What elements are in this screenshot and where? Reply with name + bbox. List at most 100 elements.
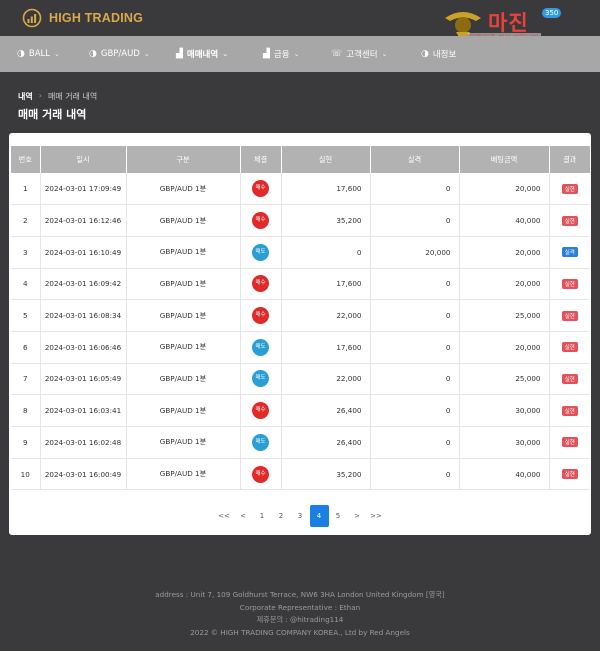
pagination-next[interactable]: > (348, 505, 367, 527)
column-header-result: 결과 (549, 146, 590, 173)
cell-side: 매도 (240, 426, 282, 459)
cell-side: 매수 (240, 299, 282, 332)
cell-datetime: 2024-03-01 16:10:49 (40, 236, 127, 269)
cell-side: 매수 (240, 394, 282, 427)
chevron-down-icon: ⌄ (381, 50, 388, 58)
side-badge: 매도 (252, 338, 269, 356)
pagination-prev[interactable]: < (234, 505, 253, 527)
cell-no: 9 (11, 426, 41, 459)
trade-history-table: 번호 일시 구분 체결 실현 실격 배팅금액 결과 1 2024-03-01 17… (11, 146, 590, 491)
cell-realized: 26,400 (281, 394, 371, 427)
cell-result: 실현 (549, 268, 590, 301)
pagination-page[interactable]: 3 (291, 505, 310, 527)
table-row: 3 2024-03-01 16:10:49 GBP/AUD 1분 매도 0 20,000 2… (11, 236, 590, 269)
cell-type: GBP/AUD 1분 (126, 363, 241, 396)
headset-icon: ☏ (331, 49, 343, 59)
nav-item-my-info[interactable]: ◑ 내정보 (421, 36, 456, 72)
cell-bet: 20,000 (459, 236, 550, 269)
cell-type: GBP/AUD 1분 (126, 426, 241, 459)
cell-bet: 20,000 (459, 331, 550, 364)
cell-bet: 20,000 (459, 173, 550, 206)
nav-item-ball[interactable]: ◑ BALL ⌄ (17, 36, 60, 72)
pagination-page[interactable]: 5 (329, 505, 348, 527)
cell-realized: 22,000 (281, 299, 371, 332)
footer-address: address : Unit 7, 109 Goldhurst Terrace,… (155, 590, 445, 599)
nav-item-finance[interactable]: ▟ 금융 ⌄ (263, 36, 299, 72)
cell-type: GBP/AUD 1분 (126, 204, 241, 237)
table-row: 4 2024-03-01 16:09:42 GBP/AUD 1분 매수 17,600 0 2… (11, 268, 590, 301)
cell-type: GBP/AUD 1분 (126, 458, 241, 491)
side-badge: 매도 (252, 370, 269, 388)
cell-result: 실현 (549, 426, 590, 459)
side-badge: 매수 (252, 275, 269, 293)
cell-type: GBP/AUD 1분 (126, 394, 241, 427)
chart-icon: ▟ (176, 49, 183, 59)
cell-no: 4 (11, 268, 41, 301)
nav-item-trade-history[interactable]: ▟ 매매내역 ⌄ (176, 36, 228, 72)
result-badge: 실현 (561, 405, 578, 416)
table-row: 5 2024-03-01 16:08:34 GBP/AUD 1분 매수 22,000 0 2… (11, 299, 590, 332)
cell-bet: 25,000 (459, 363, 550, 396)
cell-datetime: 2024-03-01 16:09:42 (40, 268, 127, 301)
pagination-page[interactable]: 1 (253, 505, 272, 527)
table-row: 6 2024-03-01 16:06:46 GBP/AUD 1분 매도 17,600 0 2… (11, 331, 590, 364)
bank-icon: ▟ (263, 49, 270, 59)
pagination-last[interactable]: >> (367, 505, 386, 527)
top-bar: HIGH TRADING 마진 350 먹튀검증 최신 커뮤니티 (0, 0, 600, 43)
cell-type: GBP/AUD 1분 (126, 331, 241, 364)
brand-logo[interactable]: HIGH TRADING (22, 8, 143, 28)
column-header-type: 구분 (126, 146, 241, 173)
chevron-down-icon: ⌄ (53, 50, 60, 58)
pagination-page-current[interactable]: 4 (309, 505, 329, 527)
cell-no: 2 (11, 204, 41, 237)
cell-bet: 30,000 (459, 394, 550, 427)
column-header-bet: 배팅금액 (459, 146, 550, 173)
table-row: 10 2024-03-01 16:00:49 GBP/AUD 1분 매수 35,200 0… (11, 458, 590, 491)
nav-item-label: GBP/AUD (100, 49, 140, 59)
breadcrumb-root[interactable]: 내역 (18, 91, 33, 102)
cell-loss: 0 (370, 204, 460, 237)
cell-bet: 20,000 (459, 268, 550, 301)
cell-bet: 40,000 (459, 204, 550, 237)
cell-loss: 0 (370, 331, 460, 364)
result-badge: 실현 (561, 183, 578, 194)
pagination-first[interactable]: << (215, 505, 234, 527)
result-badge: 실현 (561, 278, 578, 289)
cell-loss: 0 (370, 394, 460, 427)
cell-realized: 17,600 (281, 268, 371, 301)
result-badge: 실현 (561, 437, 578, 448)
column-header-loss: 실격 (370, 146, 460, 173)
cell-no: 3 (11, 236, 41, 269)
side-badge: 매수 (252, 307, 269, 325)
nav-item-label: 매매내역 (186, 50, 219, 60)
cell-loss: 0 (370, 363, 460, 396)
cell-side: 매도 (240, 236, 282, 269)
footer-contact-text[interactable]: 제휴문의 : @hitrading114 (257, 615, 344, 624)
nav-item-label: 금융 (273, 50, 290, 60)
footer: address : Unit 7, 109 Goldhurst Terrace,… (0, 589, 600, 639)
cell-loss: 0 (370, 458, 460, 491)
user-icon: ◑ (421, 49, 429, 59)
cell-side: 매수 (240, 268, 282, 301)
cell-result: 실현 (549, 331, 590, 364)
cell-bet: 40,000 (459, 458, 550, 491)
nav-item-gbp-aud[interactable]: ◑ GBP/AUD ⌄ (89, 36, 150, 72)
breadcrumb-current: 매매 거래 내역 (47, 92, 98, 101)
table-row: 7 2024-03-01 16:05:49 GBP/AUD 1분 매도 22,000 0 2… (11, 363, 590, 396)
page-title: 매매 거래 내역 (18, 108, 87, 121)
cell-no: 6 (11, 331, 41, 364)
pagination-page[interactable]: 2 (272, 505, 291, 527)
footer-copyright: 2022 © HIGH TRADING COMPANY KOREA., Ltd … (190, 627, 410, 637)
cell-loss: 0 (370, 299, 460, 332)
logo-icon (22, 8, 42, 28)
result-badge: 실현 (561, 469, 578, 480)
column-header-realized: 실현 (281, 146, 371, 173)
nav-item-customer-center[interactable]: ☏ 고객센터 ⌄ (331, 36, 387, 72)
cell-result: 실현 (549, 299, 590, 332)
cell-loss: 0 (370, 173, 460, 206)
cell-result: 실현 (549, 458, 590, 491)
result-badge: 실현 (561, 310, 578, 321)
chevron-down-icon: ⌄ (143, 50, 150, 58)
cell-loss: 0 (370, 268, 460, 301)
cell-no: 1 (11, 173, 41, 206)
